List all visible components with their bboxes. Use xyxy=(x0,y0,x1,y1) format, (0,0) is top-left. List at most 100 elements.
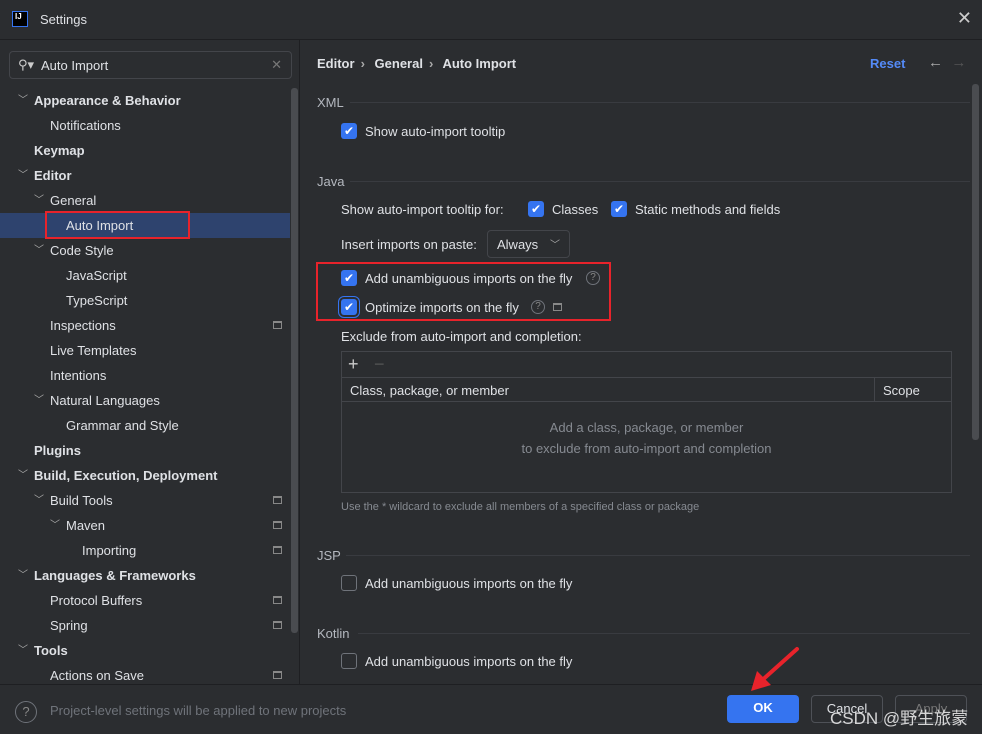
tree-item[interactable]: Inspections xyxy=(0,313,290,338)
tree-item-label: Tools xyxy=(34,643,68,658)
divider xyxy=(358,633,970,634)
static-methods-label: Static methods and fields xyxy=(635,202,781,217)
tree-item[interactable]: ﹀ Code Style xyxy=(0,238,290,263)
wildcard-hint: Use the * wildcard to exclude all member… xyxy=(341,501,700,513)
breadcrumb-item: Auto Import xyxy=(442,56,517,71)
tree-item-label: Appearance & Behavior xyxy=(34,93,181,108)
tree-item[interactable]: ﹀ Build Tools xyxy=(0,488,290,513)
project-scope-icon xyxy=(273,546,282,554)
tree-item-label: Intentions xyxy=(50,368,107,383)
xml-tooltip-checkbox[interactable]: ✔ xyxy=(341,123,357,139)
xml-tooltip-label: Show auto-import tooltip xyxy=(365,124,506,139)
jsp-unambiguous-label: Add unambiguous imports on the fly xyxy=(365,576,573,591)
tree-item[interactable]: ﹀ Appearance & Behavior xyxy=(0,88,290,113)
tree-item-label: General xyxy=(50,193,97,208)
clear-icon[interactable]: ✕ xyxy=(271,57,282,73)
tree-item-label: Notifications xyxy=(50,118,121,133)
chevron-down-icon[interactable]: ﹀ xyxy=(34,238,44,263)
intellij-logo: IJ xyxy=(12,11,28,27)
empty-text-2: to exclude from auto-import and completi… xyxy=(521,441,772,456)
tree-item[interactable]: ﹀ Languages & Frameworks xyxy=(0,563,290,588)
arrow-annotation xyxy=(751,647,799,691)
paste-value: Always xyxy=(497,237,539,252)
chevron-down-icon[interactable]: ﹀ xyxy=(18,563,28,588)
kotlin-unambiguous-label: Add unambiguous imports on the fly xyxy=(365,654,573,669)
forward-icon[interactable]: → xyxy=(951,54,966,71)
chevron-down-icon[interactable]: ﹀ xyxy=(18,463,28,488)
paste-label: Insert imports on paste: xyxy=(341,237,477,252)
static-methods-checkbox[interactable]: ✔ xyxy=(611,201,627,217)
tree-item-label: Importing xyxy=(82,543,137,558)
reset-button[interactable]: Reset xyxy=(870,56,905,71)
tree-item[interactable]: Plugins xyxy=(0,438,290,463)
section-kotlin: Kotlin xyxy=(317,626,350,641)
tree-item-label: Editor xyxy=(34,168,72,183)
tree-item-label: Languages & Frameworks xyxy=(34,568,196,583)
section-java: Java xyxy=(317,174,345,189)
tree-item-label: Build, Execution, Deployment xyxy=(34,468,218,483)
chevron-down-icon[interactable]: ﹀ xyxy=(34,388,44,413)
column-scope[interactable]: Scope xyxy=(883,383,920,398)
tree-item[interactable]: Intentions xyxy=(0,363,290,388)
tree-item[interactable]: ﹀ General xyxy=(0,188,290,213)
tree-item-label: Code Style xyxy=(50,243,114,258)
sidebar-scrollbar[interactable] xyxy=(291,88,298,633)
tooltip-for-label: Show auto-import tooltip for: xyxy=(341,202,504,217)
tree-item[interactable]: TypeScript xyxy=(0,288,290,313)
highlight-box xyxy=(45,211,190,239)
divider xyxy=(346,555,970,556)
tree-item[interactable]: Notifications xyxy=(0,113,290,138)
classes-checkbox[interactable]: ✔ xyxy=(528,201,544,217)
tree-item-label: Build Tools xyxy=(50,493,113,508)
chevron-down-icon[interactable]: ﹀ xyxy=(18,163,28,188)
tree-item[interactable]: ﹀ Build, Execution, Deployment xyxy=(0,463,290,488)
tree-item[interactable]: ﹀ Natural Languages xyxy=(0,388,290,413)
tree-item[interactable]: Live Templates xyxy=(0,338,290,363)
section-xml: XML xyxy=(317,95,344,110)
exclude-label: Exclude from auto-import and completion: xyxy=(341,329,582,344)
column-class[interactable]: Class, package, or member xyxy=(350,383,509,398)
chevron-down-icon[interactable]: ﹀ xyxy=(34,488,44,513)
help-icon[interactable]: ? xyxy=(15,701,37,723)
add-icon[interactable]: + xyxy=(348,354,359,375)
tree-item-label: Plugins xyxy=(34,443,81,458)
chevron-down-icon[interactable]: ﹀ xyxy=(50,513,60,538)
table-header: Class, package, or member Scope xyxy=(342,377,951,402)
tree-item-label: Protocol Buffers xyxy=(50,593,143,608)
project-scope-icon xyxy=(273,521,282,529)
search-icon: ⚲▾ xyxy=(18,57,35,72)
breadcrumb-item[interactable]: Editor xyxy=(317,56,355,71)
tree-item-label: Spring xyxy=(50,618,88,633)
paste-select[interactable]: Always ﹀ xyxy=(487,230,570,258)
tree-item-label: JavaScript xyxy=(66,268,127,283)
tree-item-label: Keymap xyxy=(34,143,85,158)
tree-item[interactable]: Importing xyxy=(0,538,290,563)
remove-icon[interactable]: − xyxy=(374,354,385,375)
kotlin-unambiguous-checkbox[interactable] xyxy=(341,653,357,669)
content-scrollbar[interactable] xyxy=(972,84,979,440)
tree-item[interactable]: Grammar and Style xyxy=(0,413,290,438)
chevron-down-icon[interactable]: ﹀ xyxy=(18,88,28,113)
title-bar: IJ Settings ✕ xyxy=(0,0,982,40)
tree-item[interactable]: ﹀ Tools xyxy=(0,638,290,663)
tree-item[interactable]: Spring xyxy=(0,613,290,638)
tree-item[interactable]: Protocol Buffers xyxy=(0,588,290,613)
footer-note: Project-level settings will be applied t… xyxy=(50,703,347,718)
search-input[interactable]: ⚲▾ Auto Import ✕ xyxy=(9,51,292,79)
back-icon[interactable]: ← xyxy=(928,54,943,71)
empty-text-1: Add a class, package, or member xyxy=(549,420,744,435)
close-icon[interactable]: ✕ xyxy=(957,8,972,29)
tree-item-label: TypeScript xyxy=(66,293,128,308)
tree-item-label: Natural Languages xyxy=(50,393,160,408)
jsp-unambiguous-checkbox[interactable] xyxy=(341,575,357,591)
breadcrumb-item[interactable]: General xyxy=(375,56,423,71)
tree-item-label: Grammar and Style xyxy=(66,418,179,433)
chevron-down-icon[interactable]: ﹀ xyxy=(34,188,44,213)
chevron-down-icon[interactable]: ﹀ xyxy=(18,638,28,663)
tree-item[interactable]: ﹀ Maven xyxy=(0,513,290,538)
ok-button[interactable]: OK xyxy=(727,695,799,723)
tree-item[interactable]: Keymap xyxy=(0,138,290,163)
divider xyxy=(299,40,300,684)
tree-item[interactable]: ﹀ Editor xyxy=(0,163,290,188)
tree-item[interactable]: JavaScript xyxy=(0,263,290,288)
